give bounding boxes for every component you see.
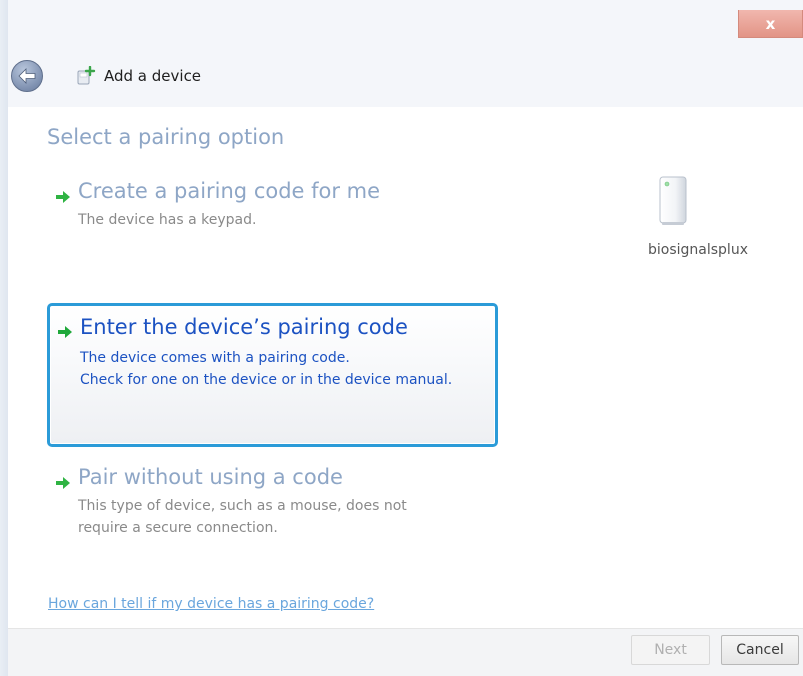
device-tower-icon — [659, 176, 687, 225]
option-title: Create a pairing code for me — [78, 179, 381, 203]
green-arrow-icon — [56, 191, 70, 203]
next-button[interactable]: Next — [631, 635, 710, 665]
window-title: Add a device — [104, 67, 202, 85]
option-description-line-1: The device comes with a pairing code. — [80, 350, 350, 366]
option-description: The device has a keypad. — [78, 212, 257, 228]
device-tile: biosignalsplux — [646, 175, 766, 265]
option-title: Enter the device’s pairing code — [80, 315, 408, 339]
close-icon: x — [765, 14, 776, 33]
option-create-pairing-code[interactable]: Create a pairing code for me The device … — [54, 179, 494, 251]
content-area: Select a pairing option Create a pairing… — [8, 107, 803, 628]
window-left-border — [0, 0, 8, 676]
add-device-icon — [77, 66, 96, 85]
back-button[interactable] — [11, 60, 43, 92]
green-arrow-icon — [58, 326, 72, 338]
option-pair-without-code[interactable]: Pair without using a code This type of d… — [54, 465, 494, 557]
back-arrow-icon — [18, 68, 36, 84]
option-title: Pair without using a code — [78, 465, 343, 489]
cancel-button[interactable]: Cancel — [721, 635, 799, 665]
title-bar — [8, 0, 803, 107]
button-bar: Next Cancel — [8, 628, 803, 676]
page-heading: Select a pairing option — [47, 125, 285, 149]
pairing-code-help-link[interactable]: How can I tell if my device has a pairin… — [48, 596, 374, 612]
green-arrow-icon — [56, 477, 70, 489]
close-button[interactable]: x — [738, 10, 803, 38]
option-description-line-2: require a secure connection. — [78, 520, 278, 536]
device-name: biosignalsplux — [648, 242, 748, 258]
option-enter-pairing-code[interactable]: Enter the device’s pairing code The devi… — [47, 303, 498, 447]
add-device-window: x Add a device Select a pairing option C… — [0, 0, 803, 676]
option-description-line-1: This type of device, such as a mouse, do… — [78, 498, 407, 514]
option-description-line-2: Check for one on the device or in the de… — [80, 372, 453, 388]
